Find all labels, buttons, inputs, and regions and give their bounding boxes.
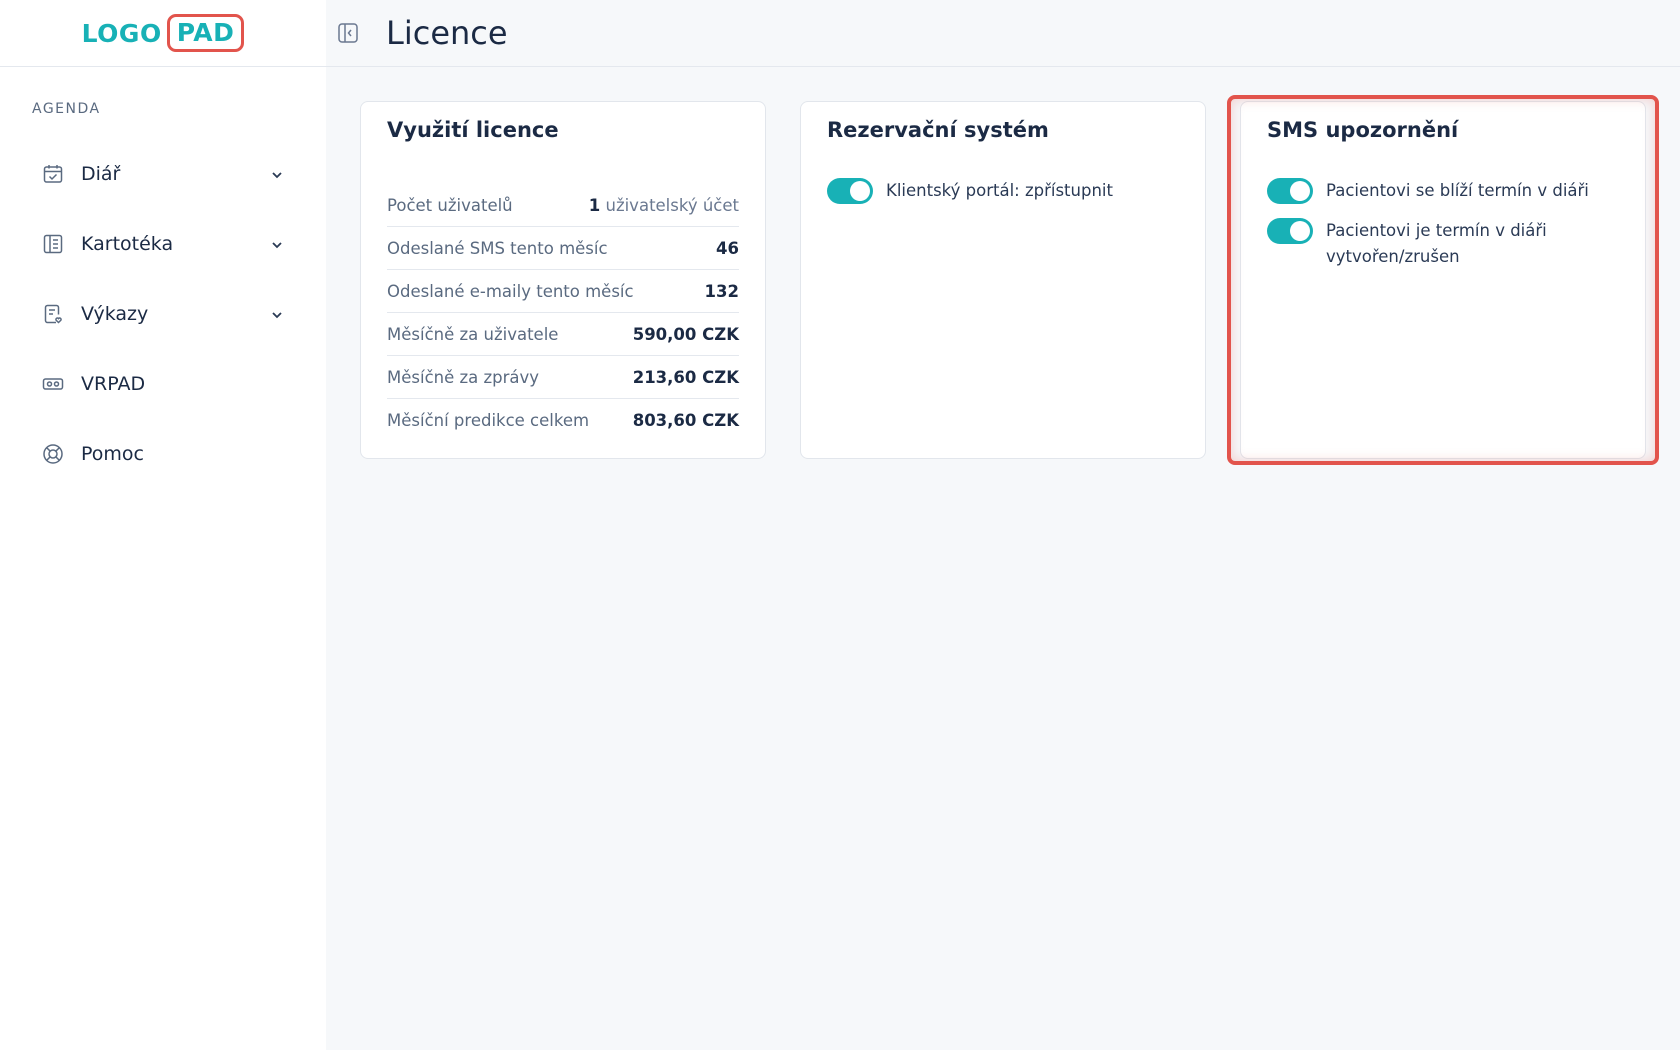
toggle-row-client-portal: Klientský portál: zpřístupnit xyxy=(827,178,1179,204)
stat-row: Odeslané SMS tento měsíc 46 xyxy=(387,227,739,270)
card-title: SMS upozornění xyxy=(1267,118,1459,142)
stat-value-number: 132 xyxy=(704,281,739,301)
stat-value-unit: uživatelský účet xyxy=(605,195,739,215)
client-portal-toggle[interactable] xyxy=(827,178,873,204)
stat-value: 1 uživatelský účet xyxy=(589,196,739,215)
sidebar: LOGO PAD AGENDA Diář Kartotéka Výkazy VR… xyxy=(0,0,326,1050)
stat-value-number: 1 xyxy=(588,195,601,215)
logo[interactable]: LOGO PAD xyxy=(82,14,245,52)
toggle-row-appointment-created-cancelled: Pacientovi je termín v diáři vytvořen/zr… xyxy=(1267,218,1619,270)
calendar-check-icon xyxy=(41,162,65,186)
chevron-down-icon xyxy=(270,307,284,321)
sidebar-item-diar[interactable]: Diář xyxy=(0,139,326,209)
card-title: Využití licence xyxy=(387,118,559,142)
stat-row: Měsíční predikce celkem 803,60 CZK xyxy=(387,399,739,442)
stat-label: Odeslané e-maily tento měsíc xyxy=(387,281,634,301)
stat-value-number: 803,60 CZK xyxy=(632,411,739,430)
sms-notifications-card: SMS upozornění Pacientovi se blíží termí… xyxy=(1227,95,1659,465)
app: LOGO PAD AGENDA Diář Kartotéka Výkazy VR… xyxy=(0,0,1680,1050)
stat-row: Počet uživatelů 1 uživatelský účet xyxy=(387,184,739,227)
stat-label: Měsíčně za zprávy xyxy=(387,367,540,387)
reservation-system-card: Rezervační systém Klientský portál: zpří… xyxy=(800,101,1206,459)
upcoming-appointment-toggle[interactable] xyxy=(1267,178,1313,204)
toggle-label: Pacientovi je termín v diáři vytvořen/zr… xyxy=(1326,221,1547,266)
stat-label: Měsíční predikce celkem xyxy=(387,411,590,430)
stat-label: Odeslané SMS tento měsíc xyxy=(387,238,608,258)
vr-headset-icon xyxy=(41,372,65,396)
sidebar-item-label: VRPAD xyxy=(81,373,146,395)
sidebar-item-label: Výkazy xyxy=(81,303,149,325)
sidebar-item-kartoteka[interactable]: Kartotéka xyxy=(0,209,326,279)
cards-area: Využití licence Počet uživatelů 1 uživat… xyxy=(360,95,1659,465)
stat-value: 132 xyxy=(705,282,739,301)
report-icon xyxy=(41,302,65,326)
logo-text: LOGO xyxy=(81,18,162,48)
stat-value: 46 xyxy=(716,239,739,258)
stat-value: 590,00 CZK xyxy=(633,325,739,344)
sidebar-item-pomoc[interactable]: Pomoc xyxy=(0,419,326,489)
toggle-label: Klientský portál: zpřístupnit xyxy=(886,181,1113,200)
card-title: Rezervační systém xyxy=(827,118,1049,142)
stat-value-number: 213,60 CZK xyxy=(632,367,739,387)
license-usage-card: Využití licence Počet uživatelů 1 uživat… xyxy=(360,101,766,459)
stat-row: Měsíčně za zprávy 213,60 CZK xyxy=(387,356,739,399)
sidebar-nav: Diář Kartotéka Výkazy VRPAD Pomoc xyxy=(0,139,326,489)
lifebuoy-icon xyxy=(41,442,65,466)
appointment-created-cancelled-toggle[interactable] xyxy=(1267,218,1313,244)
stat-row: Odeslané e-maily tento měsíc 132 xyxy=(387,270,739,313)
stat-value: 213,60 CZK xyxy=(633,368,739,387)
sidebar-item-label: Diář xyxy=(81,163,121,185)
toggle-label: Pacientovi se blíží termín v diáři xyxy=(1326,181,1589,200)
stat-value-number: 590,00 CZK xyxy=(632,324,739,344)
stat-value: 803,60 CZK xyxy=(633,411,739,430)
stat-row: Měsíčně za uživatele 590,00 CZK xyxy=(387,313,739,356)
sidebar-item-vykazy[interactable]: Výkazy xyxy=(0,279,326,349)
license-stats: Počet uživatelů 1 uživatelský účet Odesl… xyxy=(387,184,739,442)
chevron-down-icon xyxy=(270,167,284,181)
toggle-row-upcoming-appointment: Pacientovi se blíží termín v diáři xyxy=(1267,178,1619,204)
logo-pad: PAD xyxy=(166,14,245,52)
logo-bar: LOGO PAD xyxy=(0,0,326,67)
sidebar-item-label: Kartotéka xyxy=(81,233,174,255)
card-index-icon xyxy=(41,232,65,256)
chevron-down-icon xyxy=(270,237,284,251)
page-title: Licence xyxy=(386,14,508,52)
sidebar-item-vrpad[interactable]: VRPAD xyxy=(0,349,326,419)
stat-label: Měsíčně za uživatele xyxy=(387,324,559,344)
stat-label: Počet uživatelů xyxy=(387,195,513,215)
nav-section-title: AGENDA xyxy=(32,101,101,117)
sidebar-collapse-icon[interactable] xyxy=(336,21,360,45)
sidebar-item-label: Pomoc xyxy=(81,443,144,465)
header: Licence xyxy=(326,0,1680,67)
stat-value-number: 46 xyxy=(716,238,739,258)
